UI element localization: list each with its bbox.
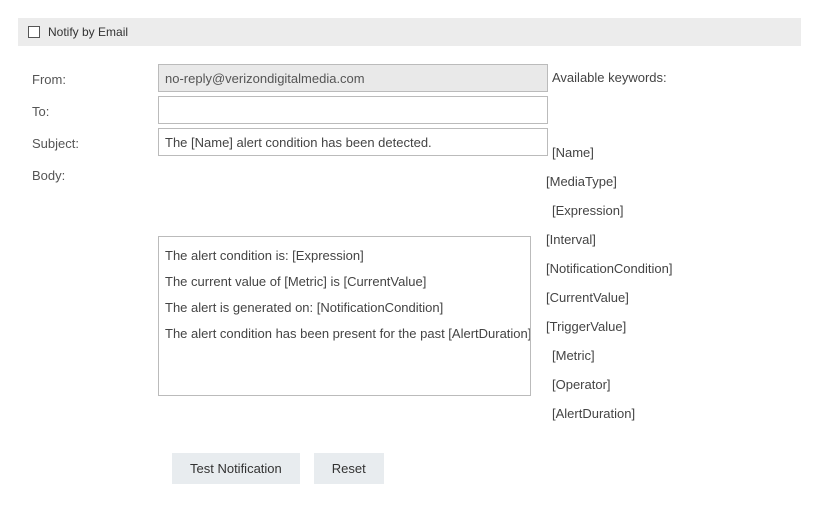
keyword-item: [Metric] (552, 348, 672, 363)
subject-value: The [Name] alert condition has been dete… (165, 135, 432, 150)
body-textarea[interactable]: The alert condition is: [Expression] The… (158, 236, 531, 396)
keyword-item: [MediaType] (546, 174, 672, 189)
keyword-item: [TriggerValue] (546, 319, 672, 334)
keyword-item: [Interval] (546, 232, 672, 247)
test-notification-button[interactable]: Test Notification (172, 453, 300, 484)
keyword-item: [Operator] (552, 377, 672, 392)
subject-field[interactable]: The [Name] alert condition has been dete… (158, 128, 548, 156)
from-field: no-reply@verizondigitalmedia.com (158, 64, 548, 92)
to-field[interactable] (158, 96, 548, 124)
body-line: The alert is generated on: [Notification… (165, 295, 524, 321)
notify-email-checkbox[interactable] (28, 26, 40, 38)
to-label: To: (32, 102, 158, 134)
subject-label: Subject: (32, 134, 158, 166)
available-keywords-heading: Available keywords: (552, 70, 672, 85)
keyword-item: [Expression] (552, 203, 672, 218)
from-value: no-reply@verizondigitalmedia.com (165, 71, 365, 86)
keyword-item: [CurrentValue] (546, 290, 672, 305)
keyword-item: [Name] (552, 145, 672, 160)
body-line: The current value of [Metric] is [Curren… (165, 269, 524, 295)
keyword-item: [NotificationCondition] (546, 261, 672, 276)
body-line: The alert condition is: [Expression] (165, 243, 524, 269)
keyword-item: [AlertDuration] (552, 406, 672, 421)
notify-header: Notify by Email (18, 18, 801, 46)
notify-email-label: Notify by Email (48, 25, 128, 39)
from-label: From: (32, 70, 158, 102)
body-line: The alert condition has been present for… (165, 321, 524, 347)
reset-button[interactable]: Reset (314, 453, 384, 484)
body-label: Body: (32, 166, 158, 198)
